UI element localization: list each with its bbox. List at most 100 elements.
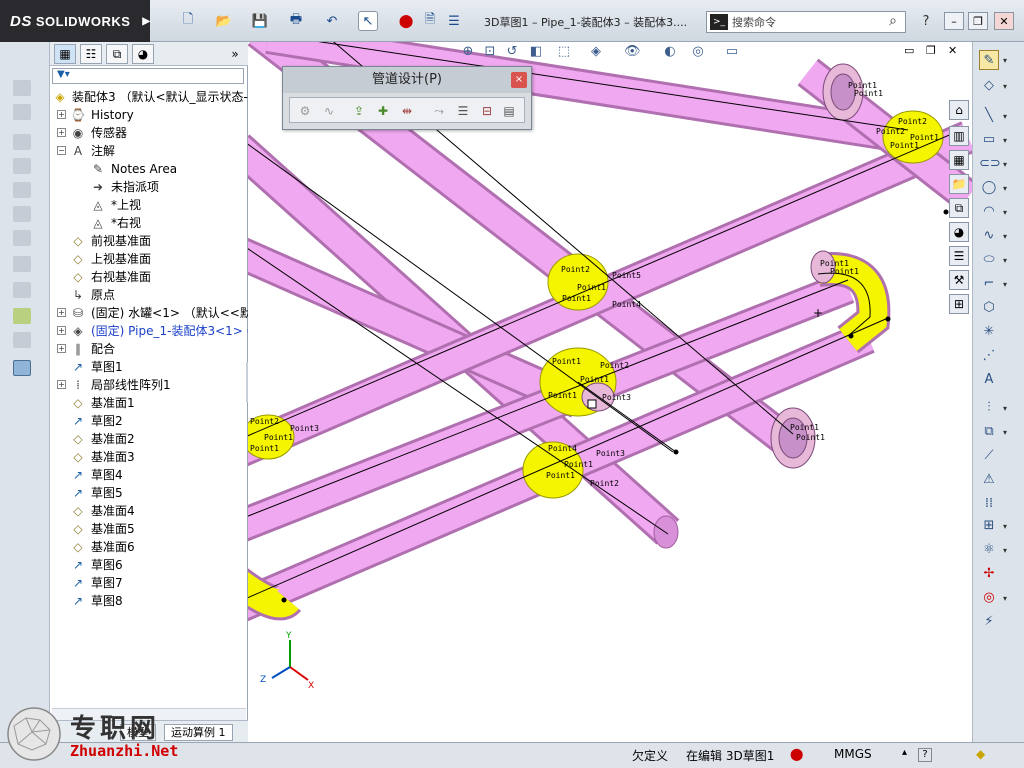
add-fitting-icon[interactable]: ⇪ [350, 102, 368, 120]
search-icon[interactable]: ⌕ [889, 13, 897, 29]
units-dropdown-icon[interactable]: ▴ [902, 747, 907, 758]
command-icon[interactable] [13, 332, 31, 348]
spline-icon[interactable]: ∿ [979, 226, 999, 246]
dropdown-arrow-icon[interactable]: ▾ [1003, 522, 1007, 531]
command-icon[interactable] [13, 80, 31, 96]
piping-design-toolbar[interactable]: 管道设计(P) × ⚙ ∿ ⇪ ✚ ⇹ ⤳ ☰ ⊟ ▤ [282, 66, 532, 130]
new-document-icon[interactable]: 🗋 [178, 11, 198, 31]
search-commands-input[interactable]: >_ 搜索命令 ⌕ [706, 11, 906, 33]
fillet-icon[interactable]: ⌐ [979, 274, 999, 294]
tree-item[interactable]: − A 注解 [50, 142, 246, 160]
collapse-icon[interactable]: − [57, 146, 66, 155]
centerline-icon[interactable]: ⋰ [979, 346, 999, 366]
tree-item[interactable]: ↗ 草图2 [50, 412, 246, 430]
command-icon[interactable] [13, 182, 31, 198]
section-view-icon[interactable]: ◧ [528, 44, 544, 60]
arc-icon[interactable]: ◠ [979, 202, 999, 222]
tree-item[interactable]: ◇ 基准面4 [50, 502, 246, 520]
sketch-point[interactable] [885, 316, 891, 322]
expand-icon[interactable]: + [57, 308, 66, 317]
command-icon[interactable] [13, 134, 31, 150]
task-pane-design-library-icon[interactable]: ▥ [949, 126, 969, 146]
close-view-icon[interactable]: ✕ [948, 44, 957, 57]
task-pane-explorer-icon[interactable]: ▦ [949, 150, 969, 170]
piping-toolbar-title[interactable]: 管道设计(P) [283, 67, 531, 93]
linear-pattern-icon[interactable]: ⁞⁞ [979, 494, 999, 514]
zoom-to-fit-icon[interactable]: ⊕ [460, 44, 476, 60]
ellipse-icon[interactable]: ⬭ [979, 250, 999, 270]
expand-panel-icon[interactable]: » [224, 44, 246, 64]
tree-item[interactable]: + ⁞ 局部线性阵列1 [50, 376, 246, 394]
command-icon[interactable] [13, 360, 31, 376]
display-style-icon[interactable]: ◈ [588, 44, 604, 60]
task-pane-custom-properties-icon[interactable]: ☰ [949, 246, 969, 266]
smart-dimension-icon[interactable]: ◇ [979, 76, 999, 96]
tree-item[interactable]: ◇ 基准面5 [50, 520, 246, 538]
minimize-button[interactable]: – [944, 12, 964, 30]
command-icon[interactable] [13, 158, 31, 174]
units-indicator[interactable]: MMGS [834, 747, 872, 761]
close-toolbar-button[interactable]: × [511, 72, 527, 88]
tree-item[interactable]: ◬ *右视 [50, 214, 246, 232]
help-icon[interactable]: ? [916, 11, 936, 31]
dropdown-arrow-icon[interactable]: ▾ [1003, 594, 1007, 603]
command-icon[interactable] [13, 230, 31, 246]
sketch-point[interactable] [848, 333, 854, 339]
tree-root[interactable]: ◈ 装配体3 （默认<默认_显示状态- [50, 88, 247, 106]
dropdown-arrow-icon[interactable]: ▾ [1003, 428, 1007, 437]
tree-item[interactable]: ◇ 前视基准面 [50, 232, 246, 250]
view-orientation-icon[interactable]: ⬚ [556, 44, 572, 60]
task-pane-view-palette-icon[interactable]: ⧉ [949, 198, 969, 218]
task-pane-folder-icon[interactable]: 📁 [949, 174, 969, 194]
options-icon[interactable]: ☰ [444, 11, 464, 31]
file-properties-icon[interactable]: 🗎 [420, 11, 440, 31]
feature-manager-tab-icon[interactable]: ▦ [54, 44, 76, 64]
dropdown-arrow-icon[interactable]: ▾ [1003, 404, 1007, 413]
edit-route-icon[interactable]: ⤳ [430, 102, 448, 120]
dropdown-arrow-icon[interactable]: ▾ [1003, 208, 1007, 217]
line-icon[interactable]: ╲ [979, 106, 999, 126]
start-route-icon[interactable]: ⚙ [296, 102, 314, 120]
command-icon[interactable] [13, 206, 31, 222]
expand-icon[interactable]: + [57, 326, 66, 335]
dropdown-arrow-icon[interactable]: ▾ [1003, 56, 1007, 65]
dropdown-arrow-icon[interactable]: ▾ [1003, 82, 1007, 91]
expand-icon[interactable]: + [57, 380, 66, 389]
tree-item[interactable]: + ◉ 传感器 [50, 124, 246, 142]
tree-item[interactable]: + ◈ (固定) Pipe_1-装配体3<1> ( [50, 322, 251, 340]
piping-drawing-icon[interactable]: ▤ [500, 102, 518, 120]
point-icon[interactable]: ✳ [979, 322, 999, 342]
hide-show-items-icon[interactable]: 👁 [624, 44, 641, 60]
tree-item[interactable]: ◇ 基准面3 [50, 448, 246, 466]
task-pane-routing-icon[interactable]: ⊞ [949, 294, 969, 314]
view-settings-icon[interactable]: ▭ [724, 44, 740, 60]
trim-icon[interactable]: ⟋ [979, 446, 999, 466]
dropdown-arrow-icon[interactable]: ▾ [1003, 112, 1007, 121]
tree-item[interactable]: ↗ 草图7 [50, 574, 246, 592]
rebuild-status-icon[interactable]: ⬤ [790, 747, 803, 761]
route-properties-icon[interactable]: ☰ [454, 102, 472, 120]
tree-item[interactable]: ◇ 上视基准面 [50, 250, 246, 268]
solidworks-logo[interactable]: DS SOLIDWORKS ▶ [0, 0, 150, 42]
sketch-point[interactable] [673, 449, 679, 455]
tree-item[interactable]: ↗ 草图1 [50, 358, 246, 376]
mirror-icon[interactable]: ⫶ [979, 398, 999, 418]
dropdown-arrow-icon[interactable]: ▾ [1003, 136, 1007, 145]
help-status-icon[interactable]: ? [918, 748, 932, 762]
command-icon[interactable] [13, 308, 31, 324]
dropdown-arrow-icon[interactable]: ▾ [1003, 184, 1007, 193]
undo-icon[interactable]: ↶ [322, 11, 342, 31]
rapid-sketch-icon[interactable]: ◎ [979, 588, 999, 608]
previous-view-icon[interactable]: ↺ [504, 44, 520, 60]
close-button[interactable]: ✕ [994, 12, 1014, 30]
edit-appearance-icon[interactable]: ◐ [662, 44, 678, 60]
restore-button[interactable]: ❐ [968, 12, 988, 30]
restore-view-icon[interactable]: ❐ [926, 44, 936, 57]
circle-icon[interactable]: ◯ [979, 178, 999, 198]
dropdown-arrow-icon[interactable]: ▾ [1003, 546, 1007, 555]
tree-item[interactable]: ◇ 基准面2 [50, 430, 246, 448]
warning-icon[interactable]: ⚠ [979, 470, 999, 490]
menu-arrow-icon[interactable]: ▶ [142, 16, 150, 27]
dropdown-arrow-icon[interactable]: ▾ [1003, 232, 1007, 241]
repair-sketch-icon[interactable]: ⚛ [979, 540, 999, 560]
